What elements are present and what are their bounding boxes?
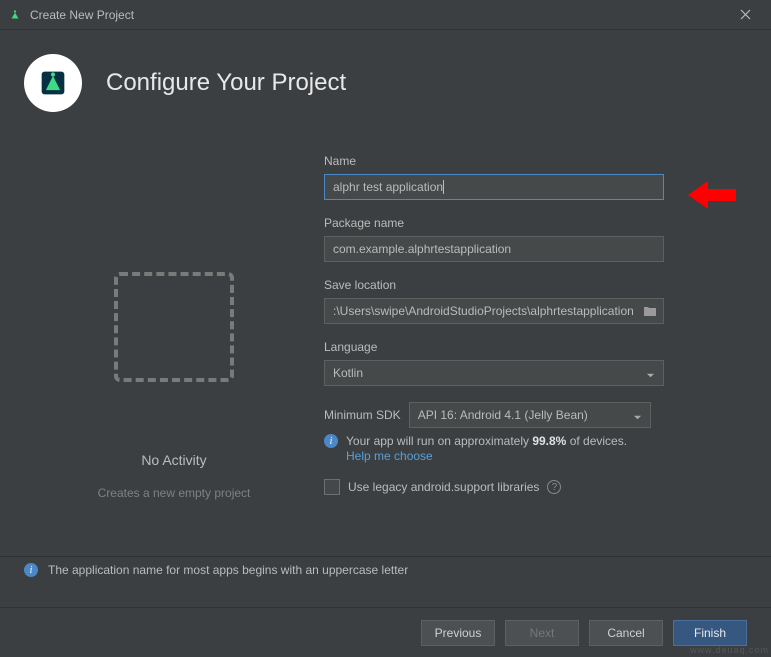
name-label: Name (324, 154, 747, 168)
finish-button[interactable]: Finish (673, 620, 747, 646)
package-input[interactable]: com.example.alphrtestapplication (324, 236, 664, 262)
language-value: Kotlin (333, 366, 363, 380)
next-button: Next (505, 620, 579, 646)
android-studio-icon (8, 8, 22, 22)
titlebar: Create New Project (0, 0, 771, 30)
save-location-value: :\Users\swipe\AndroidStudioProjects\alph… (333, 304, 634, 318)
browse-folder-icon[interactable] (642, 303, 658, 319)
package-label: Package name (324, 216, 747, 230)
validation-hint-bar: i The application name for most apps beg… (0, 556, 771, 583)
help-me-choose-link[interactable]: Help me choose (346, 449, 433, 463)
minimum-sdk-select[interactable]: API 16: Android 4.1 (Jelly Bean) (409, 402, 651, 428)
android-studio-logo (24, 54, 82, 112)
name-input[interactable]: alphr test application (324, 174, 664, 200)
close-button[interactable] (727, 1, 763, 29)
legacy-support-label: Use legacy android.support libraries (348, 480, 539, 494)
language-label: Language (324, 340, 747, 354)
chevron-down-icon (633, 411, 642, 425)
device-coverage-text: Your app will run on approximately 99.8%… (346, 434, 627, 448)
save-location-label: Save location (324, 278, 747, 292)
wizard-header: Configure Your Project (0, 30, 771, 142)
validation-hint-text: The application name for most apps begin… (48, 563, 408, 577)
info-icon: i (324, 434, 338, 448)
cancel-button[interactable]: Cancel (589, 620, 663, 646)
activity-name: No Activity (141, 452, 206, 468)
package-input-value: com.example.alphrtestapplication (333, 242, 511, 256)
watermark-text: www.deuaq.com (690, 645, 769, 655)
wizard-footer: Previous Next Cancel Finish (0, 607, 771, 657)
activity-preview-pane: No Activity Creates a new empty project (24, 142, 324, 500)
previous-button[interactable]: Previous (421, 620, 495, 646)
page-title: Configure Your Project (106, 69, 346, 97)
chevron-down-icon (646, 369, 655, 383)
window-title: Create New Project (30, 8, 727, 22)
text-caret (443, 180, 444, 194)
minimum-sdk-value: API 16: Android 4.1 (Jelly Bean) (418, 408, 588, 422)
form-pane: Name alphr test application Package name… (324, 142, 747, 500)
minimum-sdk-label: Minimum SDK (324, 408, 401, 422)
name-input-value: alphr test application (333, 180, 443, 194)
save-location-input[interactable]: :\Users\swipe\AndroidStudioProjects\alph… (324, 298, 664, 324)
info-icon: i (24, 563, 38, 577)
activity-description: Creates a new empty project (98, 486, 251, 500)
language-select[interactable]: Kotlin (324, 360, 664, 386)
help-icon[interactable]: ? (547, 480, 561, 494)
legacy-support-checkbox[interactable] (324, 479, 340, 495)
activity-preview-placeholder (114, 272, 234, 382)
